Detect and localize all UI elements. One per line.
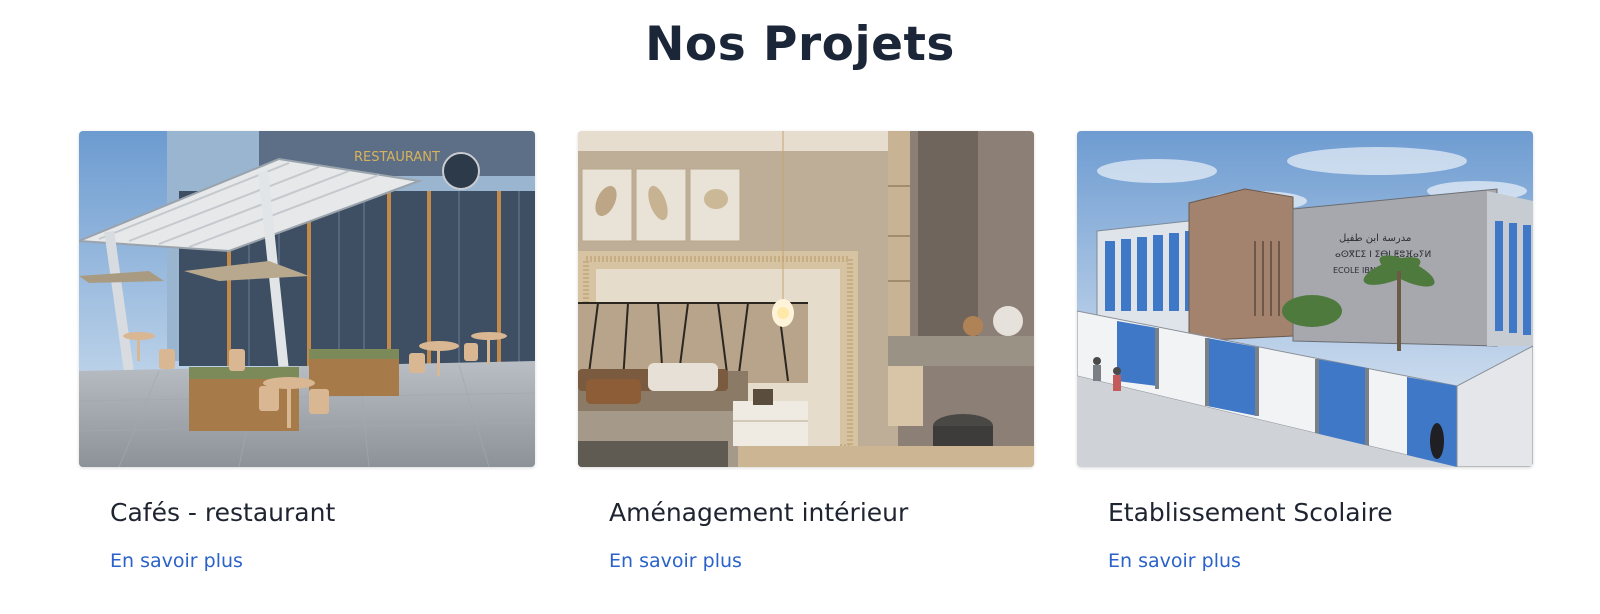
project-card-interior-design: Aménagement intérieur En savoir plus bbox=[578, 131, 1034, 572]
project-card-school: مدرسة ابن طفيل ⴰⵙⴳⵎⵉ ⵏ ⵉⴱⵏ ⵟⵓⴼⴰⵢⵍ ECOLE … bbox=[1077, 131, 1533, 572]
learn-more-link[interactable]: En savoir plus bbox=[1108, 550, 1241, 572]
interior-bedroom-image[interactable] bbox=[578, 131, 1034, 467]
section-title: Nos Projets bbox=[645, 17, 955, 72]
learn-more-link[interactable]: En savoir plus bbox=[609, 550, 742, 572]
school-sign-arabic: مدرسة ابن طفيل bbox=[1339, 233, 1411, 244]
project-title: Etablissement Scolaire bbox=[1108, 498, 1393, 527]
cafe-restaurant-terrace-image[interactable]: RESTAURANT bbox=[79, 131, 535, 467]
project-title: Cafés - restaurant bbox=[110, 498, 336, 527]
projects-section: Nos Projets RESTAURANT Cafés - restauran… bbox=[0, 0, 1600, 614]
project-card-cafe-restaurant: RESTAURANT Cafés - restaurant En savoir … bbox=[79, 131, 535, 572]
learn-more-link[interactable]: En savoir plus bbox=[110, 550, 243, 572]
restaurant-sign-text: RESTAURANT bbox=[354, 150, 440, 165]
project-title: Aménagement intérieur bbox=[609, 498, 909, 527]
school-building-sketch-image[interactable]: مدرسة ابن طفيل ⴰⵙⴳⵎⵉ ⵏ ⵉⴱⵏ ⵟⵓⴼⴰⵢⵍ ECOLE … bbox=[1077, 131, 1533, 467]
